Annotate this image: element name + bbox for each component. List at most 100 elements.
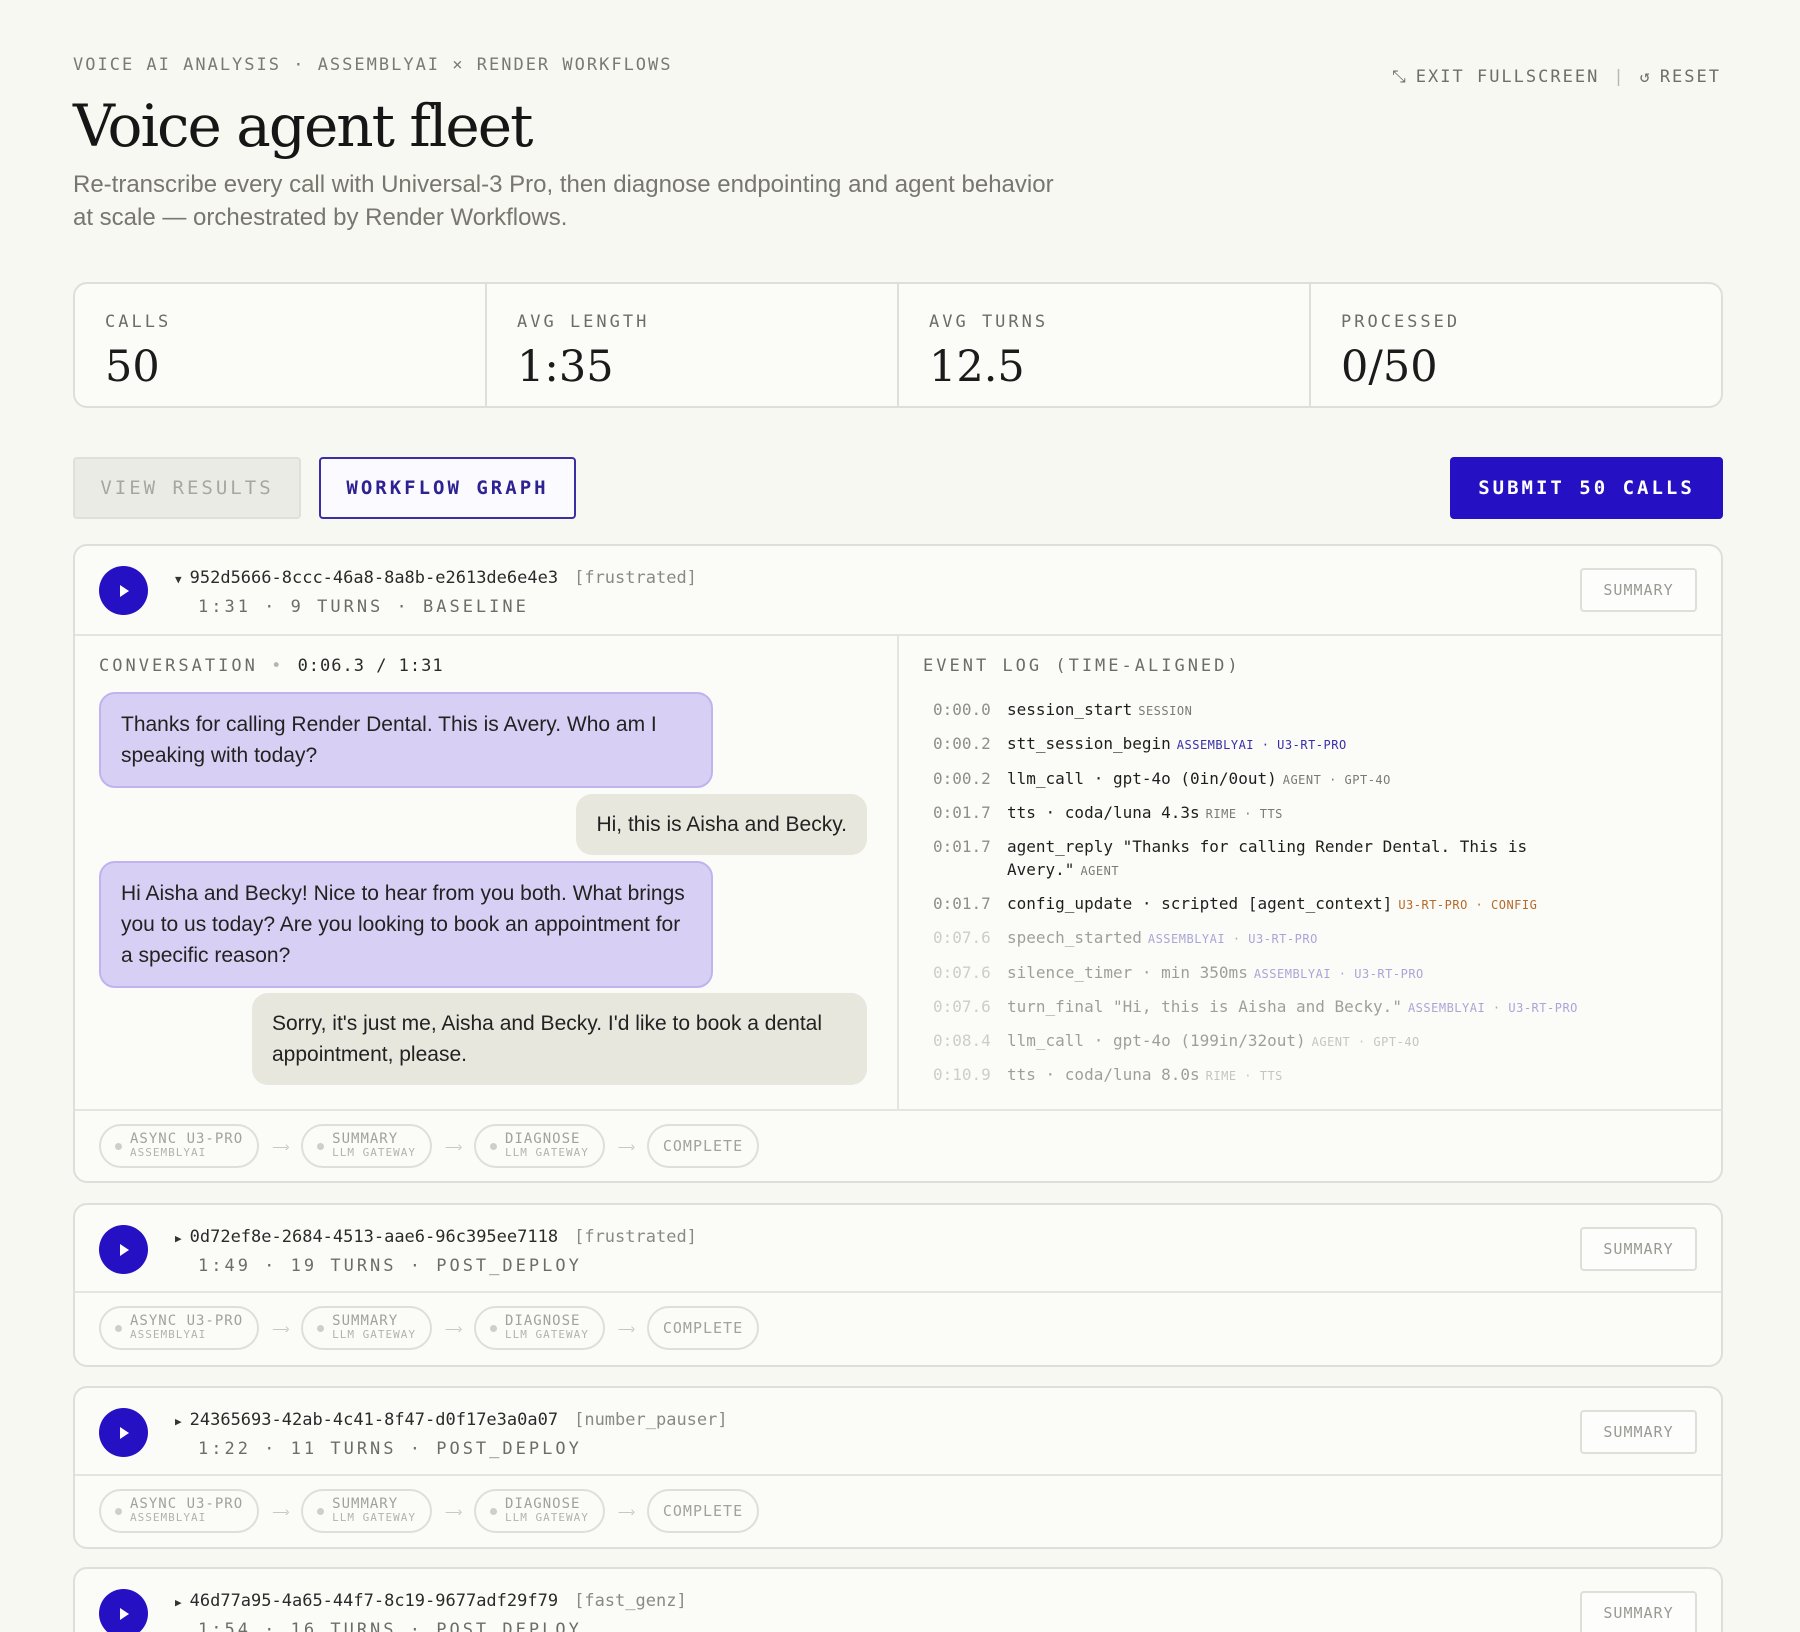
- call-header[interactable]: ▶ 46d77a95-4a65-44f7-8c19-9677adf29f79 […: [75, 1569, 1721, 1632]
- event-name: speech_started: [1007, 928, 1142, 947]
- exit-fullscreen-label: EXIT FULLSCREEN: [1415, 67, 1600, 87]
- step-sub: LLM GATEWAY: [332, 1146, 417, 1159]
- summary-button[interactable]: SUMMARY: [1580, 568, 1697, 612]
- workflow-graph-button[interactable]: WORKFLOW GRAPH: [319, 457, 576, 519]
- stat-value: 1:35: [517, 342, 614, 392]
- stat-label: PROCESSED: [1341, 312, 1461, 332]
- step-summary[interactable]: SUMMARY LLM GATEWAY: [301, 1489, 433, 1533]
- call-header[interactable]: ▼ 952d5666-8ccc-46a8-8a8b-e2613de6e4e3 […: [75, 546, 1721, 634]
- page-title: Voice agent fleet: [73, 92, 533, 160]
- step-title: SUMMARY: [332, 1313, 399, 1329]
- event-chips: AGENT · GPT-4O: [1311, 1035, 1420, 1049]
- arrow-icon: —›: [445, 1138, 463, 1154]
- step-diagnose[interactable]: DIAGNOSE LLM GATEWAY: [474, 1489, 605, 1533]
- step-async-u3-pro[interactable]: ASYNC U3-PRO ASSEMBLYAI: [99, 1124, 260, 1168]
- event-row: 0:01.7 config_update · scripted [agent_c…: [933, 894, 1537, 913]
- call-card: ▶ 0d72ef8e-2684-4513-aae6-96c395ee7118 […: [73, 1203, 1723, 1367]
- call-card: ▼ 952d5666-8ccc-46a8-8a8b-e2613de6e4e3 […: [73, 544, 1723, 1183]
- event-row: 0:00.2 stt_session_begin ASSEMBLYAI · U3-…: [933, 734, 1347, 753]
- status-dot: [317, 1507, 325, 1515]
- step-summary[interactable]: SUMMARY LLM GATEWAY: [301, 1124, 433, 1168]
- arrow-icon: —›: [272, 1503, 290, 1519]
- event-name: silence_timer · min 350ms: [1007, 963, 1248, 982]
- event-chips: ASSEMBLYAI · U3-RT-PRO: [1147, 932, 1318, 946]
- play-icon: [119, 1426, 129, 1439]
- event-row: 0:01.7 agent_reply "Thanks for calling R…: [933, 837, 1527, 883]
- top-actions: ⤡ EXIT FULLSCREEN | ↺ RESET: [1392, 67, 1721, 87]
- exit-fullscreen-button[interactable]: ⤡ EXIT FULLSCREEN: [1392, 67, 1599, 87]
- conversation-label: CONVERSATION • 0:06.3 / 1:31: [99, 656, 444, 676]
- caret-down-icon[interactable]: ▼: [175, 573, 182, 586]
- event-name: llm_call · gpt-4o (199in/32out): [1007, 1031, 1306, 1050]
- step-title: SUMMARY: [332, 1496, 399, 1512]
- play-button[interactable]: [99, 1589, 148, 1632]
- summary-button[interactable]: SUMMARY: [1580, 1227, 1697, 1271]
- event-time: 0:01.7: [933, 803, 991, 822]
- call-card: ▶ 46d77a95-4a65-44f7-8c19-9677adf29f79 […: [73, 1567, 1723, 1632]
- step-async-u3-pro[interactable]: ASYNC U3-PRO ASSEMBLYAI: [99, 1489, 260, 1533]
- submit-calls-button[interactable]: SUBMIT 50 CALLS: [1450, 457, 1723, 519]
- call-tag: [frustrated]: [574, 568, 697, 588]
- eyebrow: VOICE AI ANALYSIS · ASSEMBLYAI × RENDER …: [73, 55, 673, 75]
- step-sub: ASSEMBLYAI: [130, 1328, 207, 1341]
- step-complete[interactable]: COMPLETE: [646, 1306, 760, 1350]
- step-complete[interactable]: COMPLETE: [646, 1124, 760, 1168]
- call-header[interactable]: ▶ 24365693-42ab-4c41-8f47-d0f17e3a0a07 […: [75, 1388, 1721, 1476]
- call-header[interactable]: ▶ 0d72ef8e-2684-4513-aae6-96c395ee7118 […: [75, 1205, 1721, 1293]
- step-diagnose[interactable]: DIAGNOSE LLM GATEWAY: [474, 1124, 605, 1168]
- event-chips: AGENT · GPT-4O: [1282, 773, 1391, 787]
- reset-button[interactable]: ↺ RESET: [1640, 67, 1721, 87]
- event-log-label: EVENT LOG (TIME-ALIGNED): [923, 656, 1241, 676]
- summary-button[interactable]: SUMMARY: [1580, 1410, 1697, 1454]
- event-time: 0:01.7: [933, 837, 991, 856]
- view-results-button[interactable]: VIEW RESULTS: [73, 457, 301, 519]
- step-async-u3-pro[interactable]: ASYNC U3-PRO ASSEMBLYAI: [99, 1306, 260, 1350]
- status-dot: [490, 1507, 498, 1515]
- caret-right-icon[interactable]: ▶: [175, 1232, 182, 1245]
- caret-right-icon[interactable]: ▶: [175, 1596, 182, 1609]
- event-time: 0:08.4: [933, 1031, 991, 1050]
- stat-value: 12.5: [929, 342, 1025, 392]
- event-chips: U3-RT-PRO · CONFIG: [1398, 898, 1538, 912]
- page-subtitle: Re-transcribe every call with Universal-…: [73, 171, 1054, 231]
- call-tag: [number_pauser]: [574, 1410, 728, 1430]
- event-name: tts · coda/luna 8.0s: [1007, 1065, 1200, 1084]
- event-chips: SESSION: [1138, 704, 1193, 718]
- play-button[interactable]: [99, 1408, 148, 1457]
- call-id: 0d72ef8e-2684-4513-aae6-96c395ee7118: [189, 1227, 559, 1247]
- play-button[interactable]: [99, 1225, 148, 1274]
- status-dot: [490, 1324, 498, 1332]
- step-title: DIAGNOSE: [505, 1313, 581, 1329]
- summary-button[interactable]: SUMMARY: [1580, 1591, 1697, 1632]
- step-summary[interactable]: SUMMARY LLM GATEWAY: [301, 1306, 433, 1350]
- step-sub: LLM GATEWAY: [505, 1328, 589, 1341]
- call-id: 46d77a95-4a65-44f7-8c19-9677adf29f79: [189, 1591, 559, 1611]
- event-time: 0:00.2: [933, 769, 991, 788]
- event-chips: AGENT: [1080, 864, 1120, 878]
- event-time: 0:07.6: [933, 963, 991, 982]
- event-chips: RIME · TTS: [1205, 807, 1283, 821]
- call-id: 952d5666-8ccc-46a8-8a8b-e2613de6e4e3: [189, 568, 559, 588]
- event-name: session_start: [1007, 700, 1133, 719]
- stat-avg-length: AVG LENGTH 1:35: [487, 284, 899, 406]
- arrow-icon: —›: [618, 1320, 636, 1336]
- pipeline: ASYNC U3-PRO ASSEMBLYAI —› SUMMARY LLM GAT…: [75, 1111, 1721, 1181]
- step-sub: LLM GATEWAY: [505, 1146, 589, 1159]
- status-dot: [317, 1142, 325, 1150]
- step-sub: ASSEMBLYAI: [130, 1146, 207, 1159]
- event-name-continued: Avery.": [1007, 860, 1075, 879]
- event-time: 0:00.2: [933, 734, 991, 753]
- step-sub: LLM GATEWAY: [505, 1511, 589, 1524]
- step-diagnose[interactable]: DIAGNOSE LLM GATEWAY: [474, 1306, 605, 1350]
- arrow-icon: —›: [445, 1503, 463, 1519]
- stat-avg-turns: AVG TURNS 12.5: [899, 284, 1311, 406]
- call-meta: 1:49 · 19 TURNS · POST_DEPLOY: [198, 1256, 582, 1276]
- reset-icon: ↺: [1639, 67, 1652, 87]
- step-complete[interactable]: COMPLETE: [646, 1489, 760, 1533]
- event-chips: ASSEMBLYAI · U3-RT-PRO: [1407, 1001, 1578, 1015]
- caret-right-icon[interactable]: ▶: [175, 1415, 182, 1428]
- play-button[interactable]: [99, 566, 148, 615]
- event-time: 0:00.0: [933, 700, 991, 719]
- agent-message: Hi Aisha and Becky! Nice to hear from yo…: [99, 861, 713, 988]
- reset-label: RESET: [1659, 67, 1721, 87]
